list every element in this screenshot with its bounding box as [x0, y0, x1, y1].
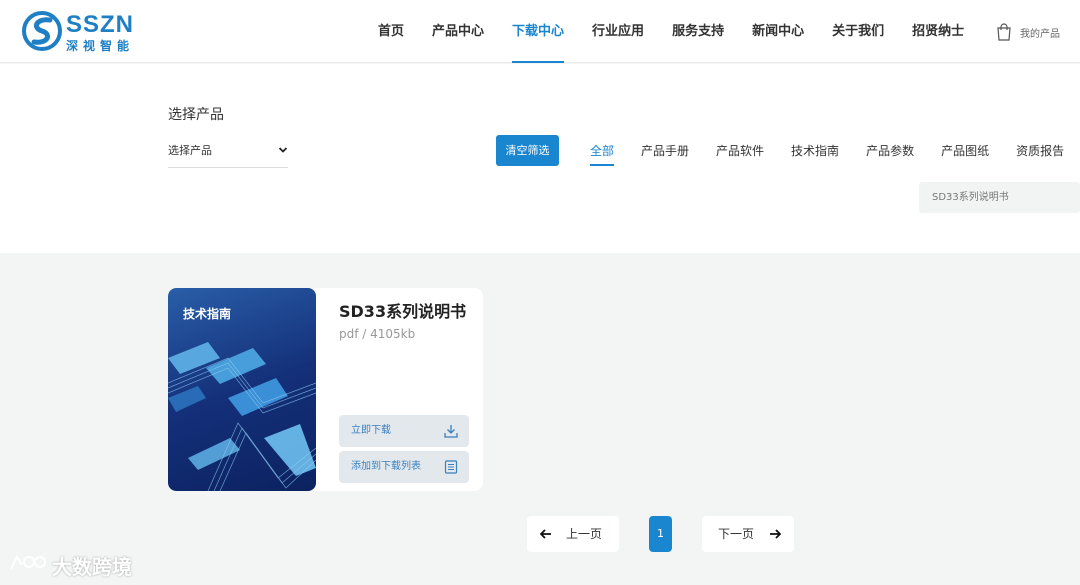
document-cover: 技术指南 — [168, 288, 316, 491]
arrow-right-icon — [770, 529, 781, 539]
logo-mark-icon — [22, 11, 62, 51]
cover-graphic — [168, 342, 316, 491]
document-meta: pdf / 4105kb — [339, 327, 416, 341]
download-card: 技术指南 SD33系列说明书 pdf / 4105kb 立即下载 添加到下载列表 — [168, 288, 483, 491]
tab-all[interactable]: 全部 — [590, 142, 615, 166]
site-header: SSZN 深视智能 首页 产品中心 下载中心 行业应用 服务支持 新闻中心 关于… — [0, 0, 1080, 63]
tab-software[interactable]: 产品软件 — [716, 142, 764, 166]
shopping-bag-icon — [997, 23, 1011, 41]
cover-category-label: 技术指南 — [183, 307, 232, 321]
product-select-value: 选择产品 — [168, 144, 212, 157]
clear-filter-button[interactable]: 清空筛选 — [496, 135, 559, 166]
nav-item-careers[interactable]: 招贤纳士 — [912, 0, 964, 63]
nav-item-products[interactable]: 产品中心 — [432, 0, 484, 63]
product-select[interactable]: 选择产品 — [168, 140, 288, 168]
my-products-link[interactable]: 我的产品 — [996, 22, 1060, 42]
nav-item-news[interactable]: 新闻中心 — [752, 0, 804, 63]
tab-parameters[interactable]: 产品参数 — [866, 142, 914, 166]
chevron-down-icon — [278, 147, 288, 153]
watermark-logo-icon — [10, 554, 46, 570]
search-input[interactable]: SD33系列说明书 — [919, 182, 1080, 213]
filter-title: 选择产品 — [168, 107, 224, 123]
tab-certifications[interactable]: 资质报告 — [1016, 142, 1064, 166]
arrow-left-icon — [540, 529, 551, 539]
next-page-label: 下一页 — [718, 527, 755, 541]
document-title[interactable]: SD33系列说明书 — [339, 298, 466, 322]
tab-tech-guides[interactable]: 技术指南 — [791, 142, 839, 166]
add-to-list-button[interactable]: 添加到下载列表 — [339, 451, 469, 483]
next-page-button[interactable]: 下一页 — [702, 516, 794, 552]
page-number-current[interactable]: 1 — [649, 516, 672, 552]
nav-item-downloads[interactable]: 下载中心 — [512, 0, 565, 63]
prev-page-label: 上一页 — [566, 527, 603, 541]
brand-name-en: SSZN — [66, 11, 135, 38]
my-products-label: 我的产品 — [1020, 28, 1060, 40]
download-icon — [444, 425, 458, 438]
watermark-text: 大数跨境 — [52, 554, 132, 579]
nav-item-support[interactable]: 服务支持 — [672, 0, 724, 63]
prev-page-button[interactable]: 上一页 — [527, 516, 619, 552]
nav-item-about[interactable]: 关于我们 — [832, 0, 884, 63]
nav-item-home[interactable]: 首页 — [378, 0, 404, 63]
main-nav: 首页 产品中心 下载中心 行业应用 服务支持 新闻中心 关于我们 招贤纳士 — [364, 0, 978, 63]
category-tabs: 全部 产品手册 产品软件 技术指南 产品参数 产品图纸 资质报告 — [590, 142, 1080, 166]
tab-manuals[interactable]: 产品手册 — [641, 142, 689, 166]
filter-panel: 选择产品 选择产品 清空筛选 全部 产品手册 产品软件 技术指南 产品参数 产品… — [0, 64, 1080, 253]
download-now-button[interactable]: 立即下载 — [339, 415, 469, 447]
tab-drawings[interactable]: 产品图纸 — [941, 142, 989, 166]
nav-item-applications[interactable]: 行业应用 — [592, 0, 644, 63]
list-icon — [444, 460, 458, 474]
add-to-list-label: 添加到下载列表 — [351, 461, 421, 472]
brand-name-cn: 深视智能 — [66, 39, 135, 53]
download-now-label: 立即下载 — [351, 425, 391, 436]
watermark: 大数跨境 — [8, 549, 132, 581]
brand-logo[interactable]: SSZN 深视智能 — [22, 10, 142, 54]
